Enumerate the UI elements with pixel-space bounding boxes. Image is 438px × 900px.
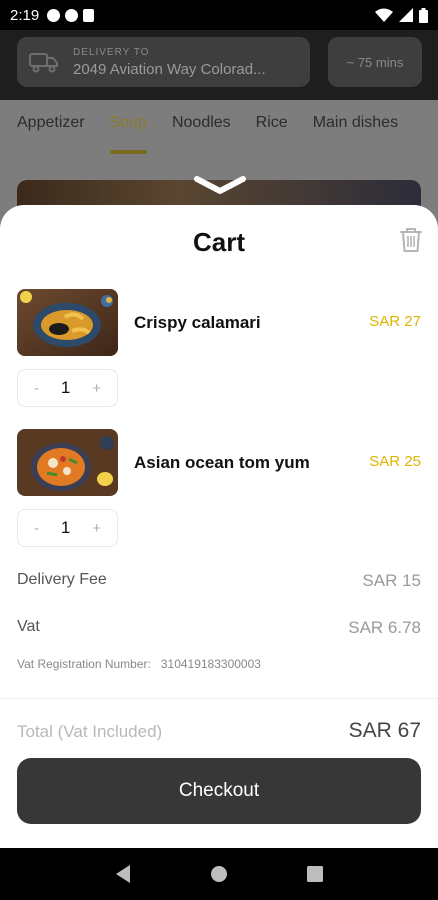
tab-rice[interactable]: Rice: [256, 100, 288, 156]
cart-item: Asian ocean tom yum SAR 25 - 1 +: [17, 429, 421, 559]
category-tabs: Appetizer Soup Noodles Rice Main dishes: [0, 100, 438, 156]
notification-icon: [47, 8, 61, 22]
battery-icon: [419, 7, 428, 23]
item-name: Crispy calamari: [134, 313, 261, 332]
item-name: Asian ocean tom yum: [134, 453, 310, 472]
decrease-button[interactable]: -: [34, 380, 39, 397]
tab-soup[interactable]: Soup: [109, 100, 148, 156]
delivery-location-button[interactable]: DELIVERY TO 2049 Aviation Way Colorad...: [17, 37, 310, 87]
app-header: DELIVERY TO 2049 Aviation Way Colorad...…: [0, 30, 438, 100]
total-value: SAR 67: [348, 719, 421, 742]
status-time: 2:19: [10, 6, 40, 24]
tab-noodles[interactable]: Noodles: [172, 100, 231, 156]
vat-registration: Vat Registration Number: 310419183300003: [17, 657, 261, 671]
quantity-stepper: - 1 +: [17, 369, 118, 407]
tab-main-dishes[interactable]: Main dishes: [313, 100, 398, 156]
vat-row: Vat SAR 6.78: [17, 618, 421, 638]
quantity-value: 1: [60, 378, 71, 397]
status-bar: 2:19: [0, 0, 438, 30]
item-price: SAR 27: [369, 313, 421, 330]
chevron-down-icon[interactable]: [193, 175, 247, 197]
cart-title: Cart: [192, 227, 245, 257]
increase-button[interactable]: +: [92, 380, 101, 397]
item-image-calamari: [17, 289, 118, 356]
cart-item: Crispy calamari SAR 27 - 1 +: [17, 289, 421, 419]
decrease-button[interactable]: -: [34, 520, 39, 537]
checkout-button[interactable]: Checkout: [17, 758, 421, 824]
recents-icon[interactable]: [306, 865, 324, 883]
delivery-fee-value: SAR 15: [362, 571, 421, 590]
trash-icon[interactable]: [399, 227, 423, 253]
home-icon[interactable]: [209, 864, 229, 884]
wifi-icon: [375, 8, 393, 22]
eta-badge[interactable]: ~ 75 mins: [328, 37, 422, 87]
back-icon[interactable]: [114, 864, 132, 884]
tab-appetizer[interactable]: Appetizer: [17, 100, 85, 156]
delivery-label: DELIVERY TO: [73, 46, 150, 58]
notification-icon: [65, 8, 79, 22]
divider: [0, 698, 438, 699]
vat-label: Vat: [17, 618, 40, 635]
truck-icon: [29, 53, 58, 73]
vat-registration-number: 310419183300003: [160, 657, 261, 671]
quantity-stepper: - 1 +: [17, 509, 118, 547]
vat-registration-label: Vat Registration Number:: [17, 657, 151, 671]
vat-value: SAR 6.78: [348, 618, 421, 637]
quantity-value: 1: [60, 518, 71, 537]
delivery-fee-label: Delivery Fee: [17, 571, 107, 588]
delivery-address: 2049 Aviation Way Colorad...: [73, 60, 266, 78]
item-image-tom-yum: [17, 429, 118, 496]
total-row: Total (Vat Included) SAR 67: [17, 719, 421, 743]
sd-card-icon: [83, 8, 95, 22]
system-nav-bar: [0, 848, 438, 900]
item-price: SAR 25: [369, 453, 421, 470]
cart-sheet: Cart Crispy calamari SAR 27 - 1 + Asian …: [0, 176, 438, 848]
delivery-fee-row: Delivery Fee SAR 15: [17, 571, 421, 591]
total-label: Total (Vat Included): [17, 722, 163, 741]
signal-icon: [399, 8, 413, 22]
increase-button[interactable]: +: [92, 520, 101, 537]
